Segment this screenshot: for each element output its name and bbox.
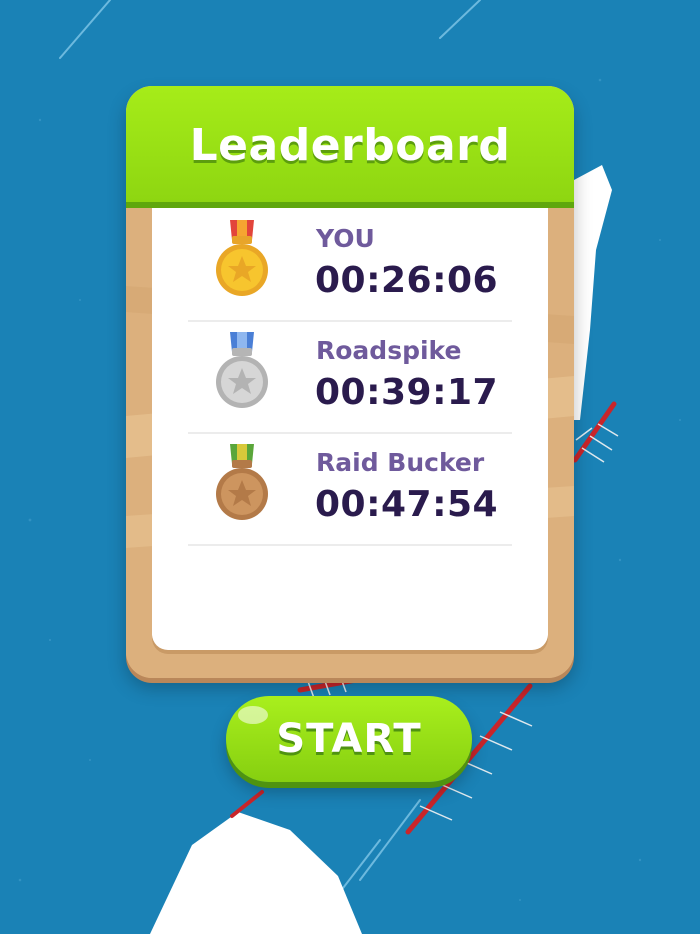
player-time: 00:47:54 <box>315 484 499 525</box>
player-name: Raid Bucker <box>316 448 485 477</box>
bronze-medal-icon <box>216 444 268 520</box>
player-time: 00:39:17 <box>315 372 499 413</box>
leaderboard-row: YOU 00:26:06 <box>188 208 512 322</box>
leaderboard-title: Leaderboard <box>189 120 511 171</box>
silver-medal-icon <box>216 332 268 408</box>
start-button[interactable]: START <box>226 696 472 782</box>
leaderboard-panel: Leaderboard YOU 00:26:06 Roadspike 00:39… <box>126 86 574 678</box>
leaderboard-header: Leaderboard <box>126 86 574 208</box>
leaderboard-row: Raid Bucker 00:47:54 <box>188 432 512 546</box>
player-name: Roadspike <box>316 336 462 365</box>
start-button-label: START <box>276 716 422 762</box>
player-name: YOU <box>316 224 375 253</box>
leaderboard-row: Roadspike 00:39:17 <box>188 320 512 434</box>
gold-medal-icon <box>216 220 268 296</box>
leaderboard-list: YOU 00:26:06 Roadspike 00:39:17 Raid Buc… <box>152 208 548 650</box>
player-time: 00:26:06 <box>315 260 499 301</box>
